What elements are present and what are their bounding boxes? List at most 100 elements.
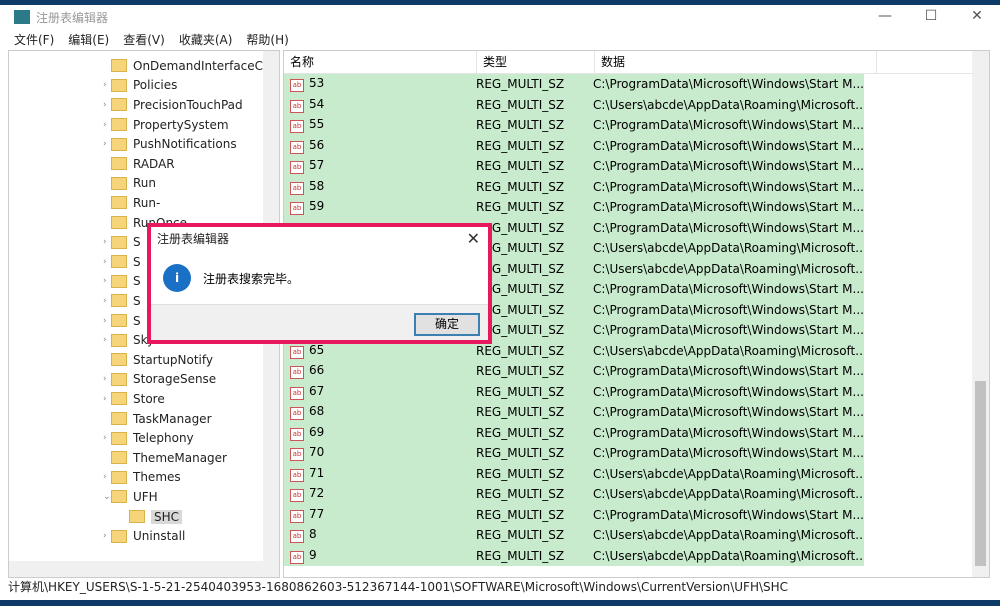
expand-icon[interactable]: › <box>103 433 107 443</box>
table-row[interactable]: ab 77 REG_MULTI_SZ C:\ProgramData\Microsoft… <box>284 504 864 525</box>
menu-view[interactable]: 查看(V) <box>123 31 165 48</box>
folder-icon <box>111 372 127 386</box>
menu-favorites[interactable]: 收藏夹(A) <box>179 31 233 48</box>
tree-item[interactable]: › Themes <box>103 468 181 488</box>
tree-item[interactable]: OnDemandInterfaceC <box>111 56 263 76</box>
tree-item[interactable]: › S <box>103 311 141 331</box>
tree-item[interactable]: TaskManager <box>111 409 212 429</box>
expand-icon[interactable]: › <box>103 296 107 306</box>
folder-icon <box>129 510 145 524</box>
expand-icon[interactable]: › <box>103 100 107 110</box>
tree-item[interactable]: › Uninstall <box>103 526 185 546</box>
value-type: REG_MULTI_SZ <box>476 364 565 379</box>
tree-item-label: RADAR <box>133 156 175 171</box>
value-name: 67 <box>309 383 325 398</box>
table-row[interactable]: ab 67 REG_MULTI_SZ C:\ProgramData\Microsoft… <box>284 381 864 402</box>
tree-item[interactable]: › S <box>103 272 141 292</box>
expand-icon[interactable]: ⌄ <box>103 492 111 502</box>
table-row[interactable]: ab 59 REG_MULTI_SZ C:\ProgramData\Microsoft… <box>284 197 864 218</box>
value-data: C:\ProgramData\Microsoft\Windows\Start M… <box>593 118 864 133</box>
table-row[interactable]: ab 54 REG_MULTI_SZ C:\Users\abcde\AppData\R… <box>284 94 864 115</box>
table-row[interactable]: ab 66 REG_MULTI_SZ C:\ProgramData\Microsoft… <box>284 361 864 382</box>
expand-icon[interactable]: › <box>103 120 107 130</box>
folder-icon <box>111 353 127 367</box>
table-row[interactable]: ab 9 REG_MULTI_SZ C:\Users\abcde\AppData\Ro… <box>284 545 864 566</box>
tree-item[interactable]: › S <box>103 252 141 272</box>
folder-icon <box>111 314 127 328</box>
ok-button[interactable]: 确定 <box>414 313 480 336</box>
status-bar-path: 计算机\HKEY_USERS\S-1-5-21-2540403953-16808… <box>8 580 789 594</box>
reg-string-icon: ab <box>290 202 304 216</box>
tree-item[interactable]: › StorageSense <box>103 370 216 390</box>
tree-item[interactable]: › PrecisionTouchPad <box>103 95 243 115</box>
table-row[interactable]: ab 68 REG_MULTI_SZ C:\ProgramData\Microsoft… <box>284 402 864 423</box>
tree-item[interactable]: Run <box>111 174 156 194</box>
table-row[interactable]: ab 55 REG_MULTI_SZ C:\ProgramData\Microsoft… <box>284 115 864 136</box>
tree-item[interactable]: › Store <box>103 389 165 409</box>
tree-item[interactable]: › S <box>103 291 141 311</box>
table-row[interactable]: ab 8 REG_MULTI_SZ C:\Users\abcde\AppData\Ro… <box>284 525 864 546</box>
value-name: 66 <box>309 363 325 378</box>
table-row[interactable]: ab 69 REG_MULTI_SZ C:\ProgramData\Microsoft… <box>284 422 864 443</box>
dialog-close-icon[interactable]: ✕ <box>467 229 480 248</box>
expand-icon[interactable]: › <box>103 276 107 286</box>
menu-bar: 文件(F) 编辑(E) 查看(V) 收藏夹(A) 帮助(H) <box>0 29 1000 49</box>
expand-icon[interactable]: › <box>103 394 107 404</box>
table-row[interactable]: ab 58 REG_MULTI_SZ C:\ProgramData\Microsoft… <box>284 176 864 197</box>
tree-item[interactable]: RADAR <box>111 154 175 174</box>
table-row[interactable]: ab 56 REG_MULTI_SZ C:\ProgramData\Microsoft… <box>284 135 864 156</box>
tree-item[interactable]: ThemeManager <box>111 448 227 468</box>
tree-item[interactable]: SHC <box>129 507 183 527</box>
expand-icon[interactable]: › <box>103 257 107 267</box>
close-button[interactable]: ✕ <box>954 5 1000 27</box>
menu-edit[interactable]: 编辑(E) <box>68 31 109 48</box>
column-type[interactable]: 类型 <box>477 51 595 73</box>
tree-item[interactable]: ⌄ UFH <box>103 487 158 507</box>
column-data[interactable]: 数据 <box>595 51 877 73</box>
table-row[interactable]: ab 71 REG_MULTI_SZ C:\Users\abcde\AppData\R… <box>284 463 864 484</box>
scrollbar-thumb[interactable] <box>975 381 986 566</box>
expand-icon[interactable]: › <box>103 335 107 345</box>
table-row[interactable]: ab 53 REG_MULTI_SZ C:\ProgramData\Microsoft… <box>284 74 864 95</box>
table-row[interactable]: ab 70 REG_MULTI_SZ C:\ProgramData\Microsoft… <box>284 443 864 464</box>
expand-icon[interactable]: › <box>103 316 107 326</box>
menu-help[interactable]: 帮助(H) <box>246 31 288 48</box>
reg-string-icon: ab <box>290 181 304 195</box>
tree-item[interactable]: › Policies <box>103 76 177 96</box>
expand-icon[interactable]: › <box>103 237 107 247</box>
value-data: C:\ProgramData\Microsoft\Windows\Start M… <box>593 384 864 399</box>
list-vertical-scrollbar[interactable] <box>972 51 989 577</box>
value-data: C:\Users\abcde\AppData\Roaming\Microsoft… <box>593 487 864 502</box>
reg-string-icon: ab <box>290 427 304 441</box>
tree-item[interactable]: › PushNotifications <box>103 134 237 154</box>
folder-icon <box>111 412 127 426</box>
expand-icon[interactable]: › <box>103 531 107 541</box>
folder-icon <box>111 176 127 190</box>
tree-item[interactable]: › S <box>103 232 141 252</box>
value-name: 53 <box>309 76 325 91</box>
reg-string-icon: ab <box>290 345 304 359</box>
tree-item-label: UFH <box>133 489 158 504</box>
tree-item[interactable]: StartupNotify <box>111 350 213 370</box>
value-data: C:\Users\abcde\AppData\Roaming\Microsoft… <box>593 241 864 256</box>
expand-icon[interactable]: › <box>103 374 107 384</box>
reg-string-icon: ab <box>290 407 304 421</box>
column-name[interactable]: 名称 <box>284 51 477 73</box>
tree-horizontal-scrollbar[interactable] <box>9 561 263 577</box>
table-row[interactable]: ab 57 REG_MULTI_SZ C:\ProgramData\Microsoft… <box>284 156 864 177</box>
expand-icon[interactable]: › <box>103 80 107 90</box>
tree-item[interactable]: › Telephony <box>103 428 194 448</box>
tree-item[interactable]: Run- <box>111 193 160 213</box>
maximize-button[interactable]: ☐ <box>908 5 954 27</box>
reg-string-icon: ab <box>290 550 304 564</box>
table-row[interactable]: ab 72 REG_MULTI_SZ C:\Users\abcde\AppData\R… <box>284 484 864 505</box>
minimize-button[interactable]: — <box>862 5 908 27</box>
value-name: 8 <box>309 527 317 542</box>
tree-item-label: TaskManager <box>133 411 212 426</box>
menu-file[interactable]: 文件(F) <box>14 31 54 48</box>
expand-icon[interactable]: › <box>103 472 107 482</box>
folder-icon <box>111 451 127 465</box>
expand-icon[interactable]: › <box>103 139 107 149</box>
value-data: C:\ProgramData\Microsoft\Windows\Start M… <box>593 159 864 174</box>
tree-item[interactable]: › PropertySystem <box>103 115 229 135</box>
